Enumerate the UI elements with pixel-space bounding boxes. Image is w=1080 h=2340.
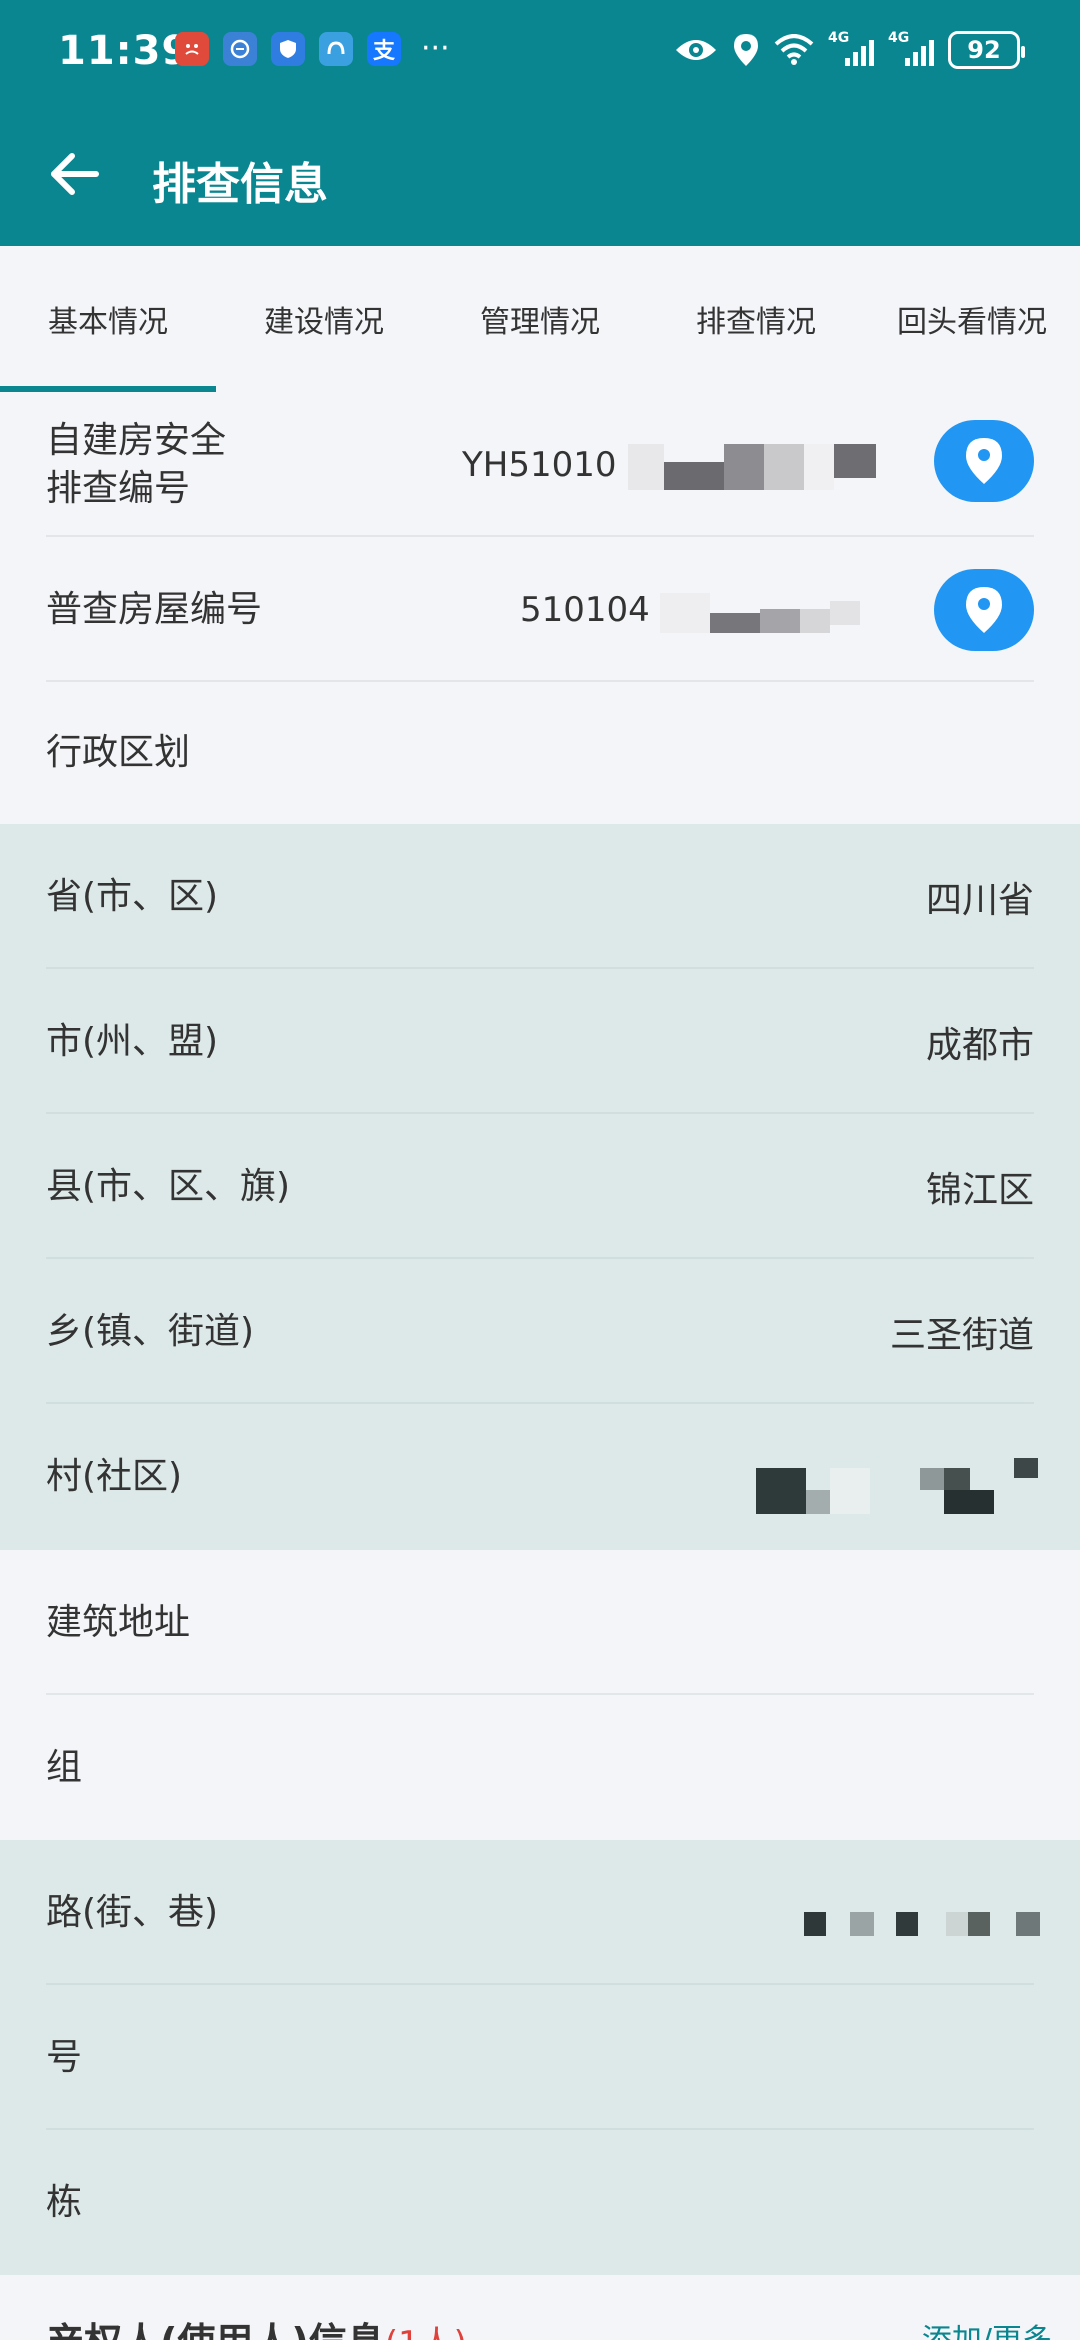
building-label: 栋: [46, 2181, 83, 2223]
building-address-label: 建筑地址: [46, 1601, 191, 1643]
label-line-1: 自建房安全: [46, 419, 227, 461]
status-time: 11:39: [58, 28, 191, 74]
self-built-id-row: 自建房安全 排查编号 YH51010: [0, 392, 1080, 537]
township-row[interactable]: 乡(镇、街道) 三圣街道: [0, 1259, 1080, 1404]
redacted-mosaic: [628, 444, 876, 490]
battery-icon: 92: [948, 31, 1025, 69]
tab-bar: 基本情况 建设情况 管理情况 排查情况 回头看情况: [0, 246, 1080, 392]
county-value: 锦江区: [925, 1169, 1034, 1211]
township-value: 三圣街道: [889, 1314, 1034, 1356]
back-arrow-icon: [51, 153, 99, 195]
self-built-id-value: YH51010: [462, 444, 617, 485]
wifi-icon: [774, 30, 814, 70]
tab-label: 排查情况: [696, 305, 816, 340]
province-label: 省(市、区): [46, 875, 219, 917]
cloud-notification-icon: [319, 32, 353, 66]
battery-level: 92: [967, 36, 1001, 64]
survey-id-label: 普查房屋编号: [46, 588, 263, 630]
tab-inspection-info[interactable]: 排查情况: [648, 246, 864, 392]
tab-label: 管理情况: [480, 305, 600, 340]
tab-label: 基本情况: [48, 305, 168, 340]
tab-construction-info[interactable]: 建设情况: [216, 246, 432, 392]
owner-info-title: 产权人(使用人)信息(1人): [46, 2311, 467, 2340]
alipay-notification-icon: 支: [367, 32, 401, 66]
location-status-icon: [732, 30, 760, 70]
redacted-mosaic: [660, 593, 860, 633]
label-line-2: 排查编号: [46, 467, 191, 509]
location-pin-icon: [966, 438, 1002, 484]
tab-basic-info[interactable]: 基本情况: [0, 246, 216, 392]
shield-notification-icon: [271, 32, 305, 66]
county-label: 县(市、区、旗): [46, 1165, 291, 1207]
owner-count: (1人): [385, 2324, 467, 2340]
locate-button[interactable]: [934, 420, 1034, 502]
city-value: 成都市: [925, 1024, 1034, 1066]
group-label: 组: [46, 1746, 83, 1788]
building-address-row: 建筑地址: [0, 1550, 1080, 1695]
province-row[interactable]: 省(市、区) 四川省: [0, 824, 1080, 969]
location-pin-icon: [966, 587, 1002, 633]
county-row[interactable]: 县(市、区、旗) 锦江区: [0, 1114, 1080, 1259]
redacted-mosaic: [756, 1458, 1040, 1514]
tab-label: 建设情况: [264, 305, 384, 340]
admin-division-label: 行政区划: [46, 732, 191, 773]
tab-label: 回头看情况: [897, 305, 1047, 340]
city-label: 市(州、盟): [46, 1020, 219, 1062]
number-row[interactable]: 号: [0, 1985, 1080, 2130]
building-row[interactable]: 栋: [0, 2130, 1080, 2275]
self-built-id-label: 自建房安全 排查编号: [46, 392, 226, 537]
village-row[interactable]: 村(社区): [0, 1404, 1080, 1550]
admin-division-row: 行政区划: [0, 682, 1080, 824]
tab-review-info[interactable]: 回头看情况: [864, 246, 1080, 392]
app-header: 排查信息: [0, 100, 1080, 246]
eye-icon: [674, 30, 718, 70]
browser-notification-icon: [223, 32, 257, 66]
more-notifications-icon: ···: [421, 31, 450, 66]
survey-id-row: 普查房屋编号 510104: [0, 537, 1080, 682]
locate-button-2[interactable]: [934, 569, 1034, 651]
group-row[interactable]: 组: [0, 1695, 1080, 1840]
app-notification-icon: [175, 32, 209, 66]
village-label: 村(社区): [46, 1456, 183, 1497]
redacted-mosaic: [800, 1912, 1040, 1940]
road-row[interactable]: 路(街、巷): [0, 1840, 1080, 1985]
system-status-icons: 4G 4G 92: [674, 30, 1025, 70]
road-label: 路(街、巷): [46, 1891, 219, 1933]
city-row[interactable]: 市(州、盟) 成都市: [0, 969, 1080, 1114]
province-value: 四川省: [925, 879, 1034, 921]
status-bar: 11:39 支 ··· 4G 4G 92: [0, 0, 1080, 100]
tab-management-info[interactable]: 管理情况: [432, 246, 648, 392]
owner-info-section: 产权人(使用人)信息(1人) 添加/更多: [0, 2275, 1080, 2340]
page-title: 排查信息: [152, 159, 328, 210]
notification-icons: 支 ···: [175, 32, 450, 66]
survey-id-value: 510104: [520, 589, 650, 630]
add-more-link[interactable]: 添加/更多: [922, 2315, 1052, 2340]
back-button[interactable]: [44, 144, 104, 204]
township-label: 乡(镇、街道): [46, 1310, 255, 1352]
signal-4g-icon: 4G: [828, 30, 874, 70]
signal-4g-icon-2: 4G: [888, 30, 934, 70]
owner-info-label: 产权人(使用人)信息: [46, 2320, 385, 2340]
number-label: 号: [46, 2036, 83, 2078]
